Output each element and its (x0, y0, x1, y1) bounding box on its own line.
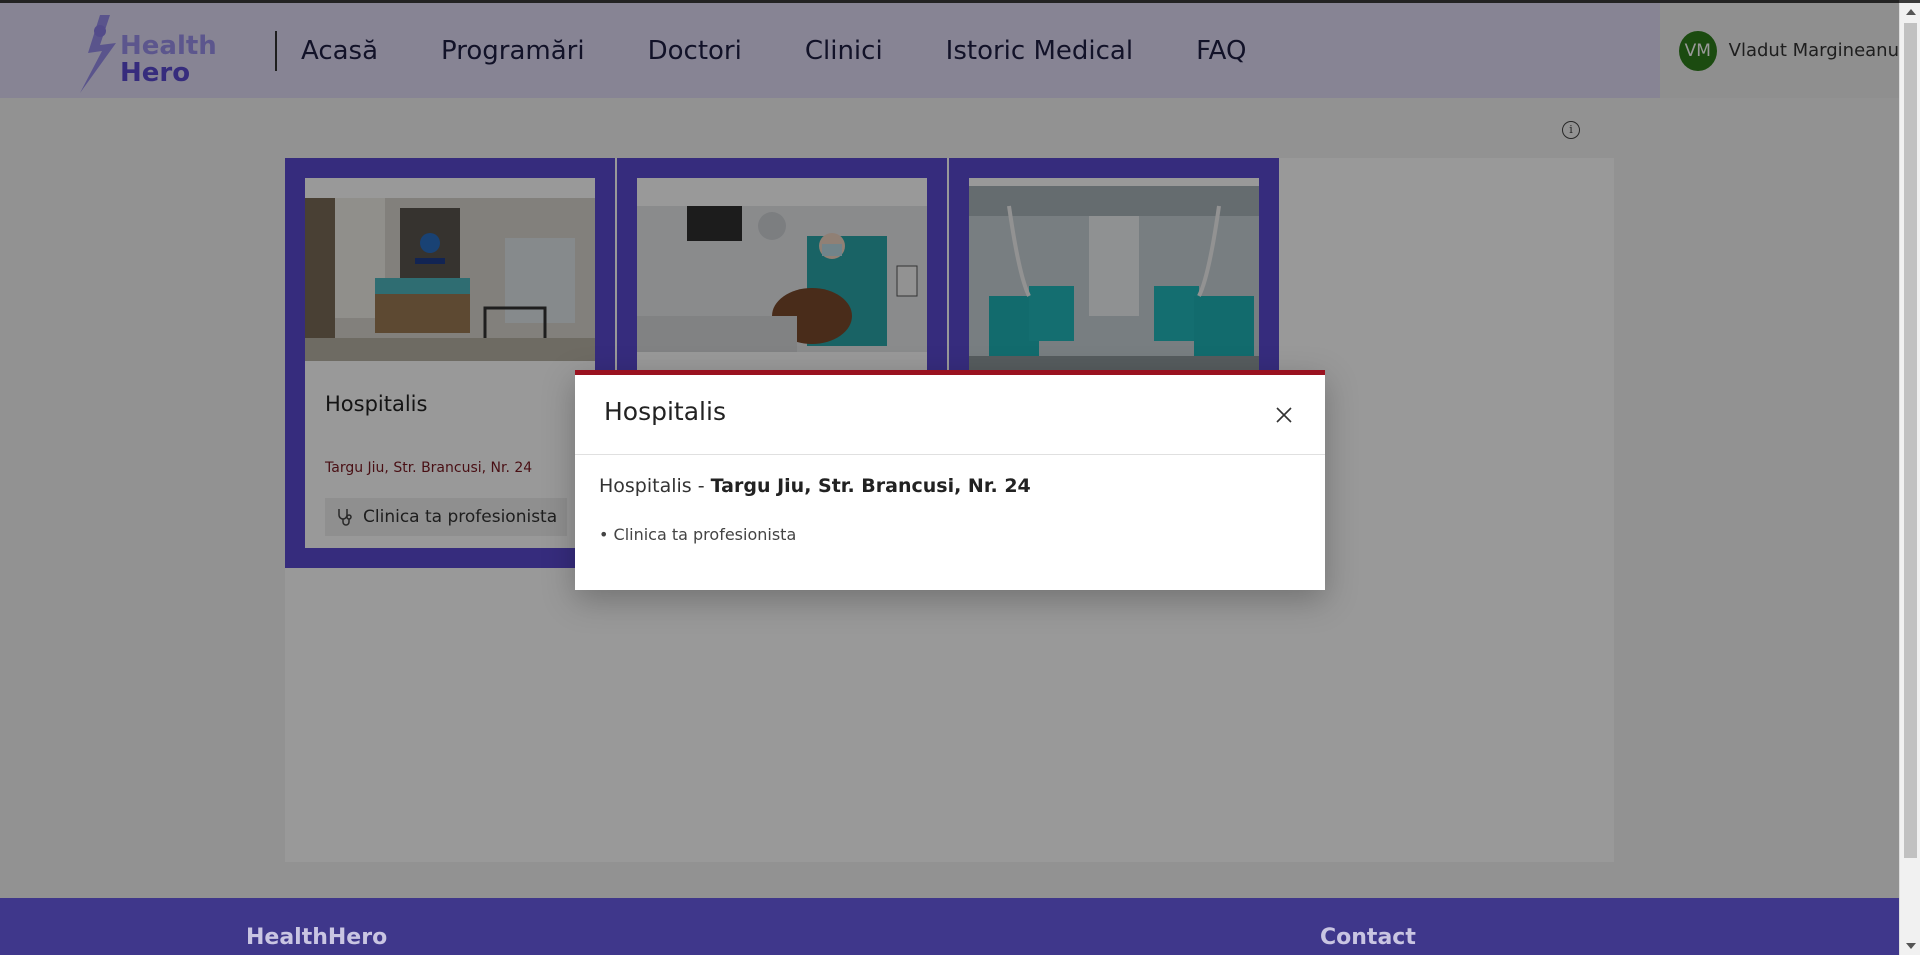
scroll-thumb[interactable] (1904, 23, 1917, 858)
scroll-down-arrow-icon[interactable] (1906, 943, 1916, 949)
modal-clinic-address: Targu Jiu, Str. Brancusi, Nr. 24 (710, 475, 1031, 497)
modal-separator: - (691, 475, 711, 497)
page-scrollbar[interactable] (1899, 3, 1920, 955)
modal-title: Hospitalis (604, 397, 726, 426)
close-icon[interactable] (1275, 406, 1293, 424)
modal-clinic-location: Hospitalis - Targu Jiu, Str. Brancusi, N… (599, 475, 1031, 497)
footer-brand-title: HealthHero (246, 925, 388, 950)
modal-clinic-name: Hospitalis (599, 475, 692, 497)
modal-clinic-tag: • Clinica ta profesionista (599, 525, 797, 544)
clinic-details-modal: Hospitalis Hospitalis - Targu Jiu, Str. … (575, 370, 1325, 590)
scroll-up-arrow-icon[interactable] (1906, 9, 1916, 15)
footer-contact-title: Contact (1320, 925, 1416, 950)
modal-header: Hospitalis (575, 375, 1325, 455)
